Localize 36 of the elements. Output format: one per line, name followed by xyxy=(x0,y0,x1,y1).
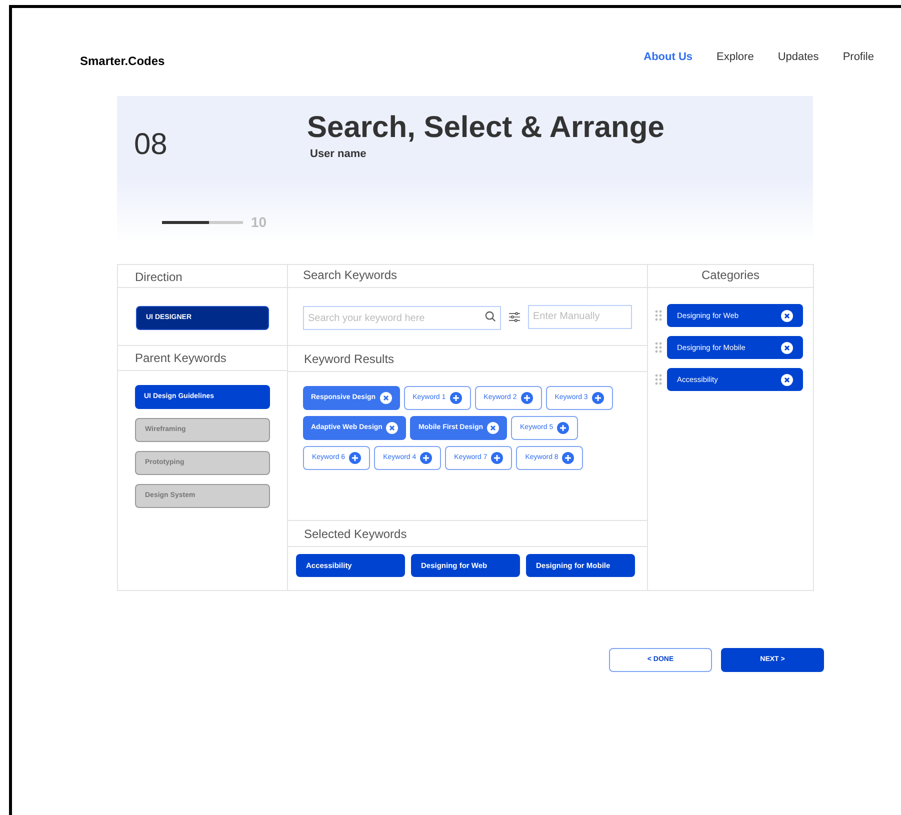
add-icon[interactable] xyxy=(491,452,504,464)
section-heading: Categories xyxy=(701,267,760,284)
drag-handle-icon[interactable] xyxy=(655,374,662,385)
filter-icon[interactable] xyxy=(509,310,520,324)
add-icon[interactable] xyxy=(520,392,533,404)
add-icon[interactable] xyxy=(592,392,604,404)
drag-handle-icon[interactable] xyxy=(655,342,662,353)
add-icon[interactable] xyxy=(562,452,574,464)
remove-icon[interactable] xyxy=(380,392,392,404)
section-heading: Search Keywords xyxy=(303,267,398,284)
add-icon[interactable] xyxy=(349,452,362,464)
logo[interactable]: Smarter.Codes xyxy=(80,52,165,70)
step-number: 08 xyxy=(134,127,168,163)
nav-link[interactable]: Updates xyxy=(778,48,819,66)
page-title: Search, Select & Arrange xyxy=(307,110,664,146)
section-heading: Keyword Results xyxy=(304,351,394,368)
nav-link[interactable]: Explore xyxy=(716,48,754,66)
nav-link[interactable]: About Us xyxy=(644,48,693,66)
remove-icon[interactable] xyxy=(386,422,398,434)
section-heading: Selected Keywords xyxy=(304,526,407,543)
remove-icon[interactable] xyxy=(781,342,793,354)
drag-handle-icon[interactable] xyxy=(655,310,662,321)
nav-link[interactable]: Profile xyxy=(842,48,874,66)
manual-input-field[interactable]: Enter Manually xyxy=(528,304,632,328)
remove-icon[interactable] xyxy=(781,374,793,386)
section-heading: Parent Keywords xyxy=(135,350,226,367)
section-heading: Direction xyxy=(135,269,182,286)
progress-total: 10 xyxy=(251,213,267,232)
add-icon[interactable] xyxy=(450,392,462,404)
search-field[interactable]: Search your keyword here xyxy=(303,306,501,330)
subtitle: User name xyxy=(310,147,366,162)
add-icon[interactable] xyxy=(420,452,432,464)
search-icon[interactable] xyxy=(485,310,496,322)
remove-icon[interactable] xyxy=(781,310,793,322)
add-icon[interactable] xyxy=(557,422,570,434)
remove-icon[interactable] xyxy=(487,422,500,434)
